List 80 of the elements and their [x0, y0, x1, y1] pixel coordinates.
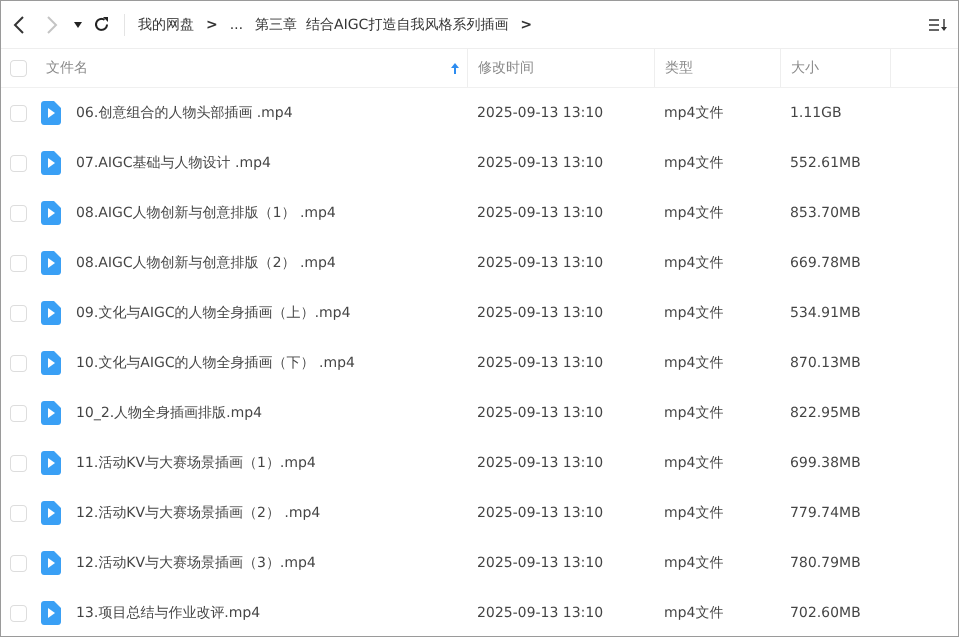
file-name[interactable]: 09.文化与AIGC的人物全身插画（上）.mp4 — [66, 304, 467, 322]
modified-time: 2025-09-13 13:10 — [476, 105, 604, 121]
checkbox[interactable] — [10, 554, 27, 572]
video-file-icon — [41, 251, 61, 275]
video-file-icon — [41, 301, 61, 325]
column-header[interactable]: 修改时间 — [478, 59, 534, 77]
modified-time: 2025-09-13 13:10 — [476, 255, 604, 271]
file-type: mp4文件 — [663, 604, 724, 622]
file-size: 699.38MB — [789, 455, 862, 471]
file-name[interactable]: 07.AIGC基础与人物设计 .mp4 — [66, 154, 467, 172]
file-type: mp4文件 — [663, 554, 724, 572]
breadcrumb-separator: > — [206, 16, 218, 32]
modified-time: 2025-09-13 13:10 — [476, 405, 604, 421]
video-file-icon — [41, 451, 61, 475]
file-size: 780.79MB — [789, 555, 862, 571]
file-type: mp4文件 — [663, 254, 724, 272]
video-file-icon — [41, 551, 61, 575]
file-name[interactable]: 12.活动KV与大赛场景插画（2） .mp4 — [66, 504, 467, 522]
file-size: 669.78MB — [789, 255, 862, 271]
column-header[interactable]: 类型 — [665, 59, 693, 77]
back-icon[interactable] — [13, 14, 25, 34]
file-size: 853.70MB — [789, 205, 862, 221]
checkbox[interactable] — [10, 454, 27, 472]
checkbox[interactable] — [10, 604, 27, 622]
checkbox[interactable] — [10, 504, 27, 522]
file-name[interactable]: 13.项目总结与作业改评.mp4 — [66, 604, 467, 622]
file-name[interactable]: 08.AIGC人物创新与创意排版（2） .mp4 — [66, 254, 467, 272]
column-header[interactable]: 文件名 — [46, 59, 88, 77]
modified-time: 2025-09-13 13:10 — [476, 555, 604, 571]
video-file-icon — [41, 401, 61, 425]
checkbox[interactable] — [10, 304, 27, 322]
checkbox[interactable] — [10, 354, 27, 372]
modified-time: 2025-09-13 13:10 — [476, 505, 604, 521]
breadcrumb-item[interactable]: 我的网盘 — [138, 16, 194, 34]
file-name[interactable]: 10.文化与AIGC的人物全身插画（下） .mp4 — [66, 354, 467, 372]
video-file-icon — [41, 201, 61, 225]
checkbox[interactable] — [10, 254, 27, 272]
file-size: 870.13MB — [789, 355, 862, 371]
file-name[interactable]: 12.活动KV与大赛场景插画（3）.mp4 — [66, 554, 467, 572]
video-file-icon — [41, 501, 61, 525]
dropdown-icon[interactable] — [74, 22, 82, 28]
file-type: mp4文件 — [663, 454, 724, 472]
column-header[interactable]: 大小 — [791, 59, 819, 77]
file-type: mp4文件 — [663, 354, 724, 372]
file-size: 822.95MB — [789, 405, 862, 421]
file-size: 779.74MB — [789, 505, 862, 521]
file-name[interactable]: 10_2.人物全身插画排版.mp4 — [66, 404, 467, 422]
checkbox[interactable] — [10, 154, 27, 172]
checkbox[interactable] — [10, 104, 27, 122]
file-size: 552.61MB — [789, 155, 862, 171]
video-file-icon — [41, 351, 61, 375]
file-type: mp4文件 — [663, 104, 724, 122]
file-type: mp4文件 — [663, 304, 724, 322]
modified-time: 2025-09-13 13:10 — [476, 605, 604, 621]
video-file-icon — [41, 101, 61, 125]
file-type: mp4文件 — [663, 404, 724, 422]
checkbox[interactable] — [10, 404, 27, 422]
video-file-icon — [41, 601, 61, 625]
modified-time: 2025-09-13 13:10 — [476, 355, 604, 371]
file-size: 534.91MB — [789, 305, 862, 321]
checkbox[interactable] — [10, 60, 27, 76]
refresh-icon[interactable] — [93, 16, 110, 33]
breadcrumb-item[interactable]: 第三章 结合AIGC打造自我风格系列插画 — [255, 16, 508, 34]
breadcrumb-separator: > — [520, 16, 532, 32]
modified-time: 2025-09-13 13:10 — [476, 155, 604, 171]
sort-icon[interactable] — [928, 16, 948, 32]
breadcrumb-item[interactable]: ... — [230, 16, 244, 32]
file-size: 702.60MB — [789, 605, 862, 621]
file-name[interactable]: 06.创意组合的人物头部插画 .mp4 — [66, 104, 467, 122]
modified-time: 2025-09-13 13:10 — [476, 205, 604, 221]
file-type: mp4文件 — [663, 204, 724, 222]
modified-time: 2025-09-13 13:10 — [476, 305, 604, 321]
file-type: mp4文件 — [663, 504, 724, 522]
file-name[interactable]: 08.AIGC人物创新与创意排版（1） .mp4 — [66, 204, 467, 222]
checkbox[interactable] — [10, 204, 27, 222]
file-name[interactable]: 11.活动KV与大赛场景插画（1）.mp4 — [66, 454, 467, 472]
modified-time: 2025-09-13 13:10 — [476, 455, 604, 471]
video-file-icon — [41, 151, 61, 175]
file-type: mp4文件 — [663, 154, 724, 172]
file-size: 1.11GB — [789, 105, 843, 121]
